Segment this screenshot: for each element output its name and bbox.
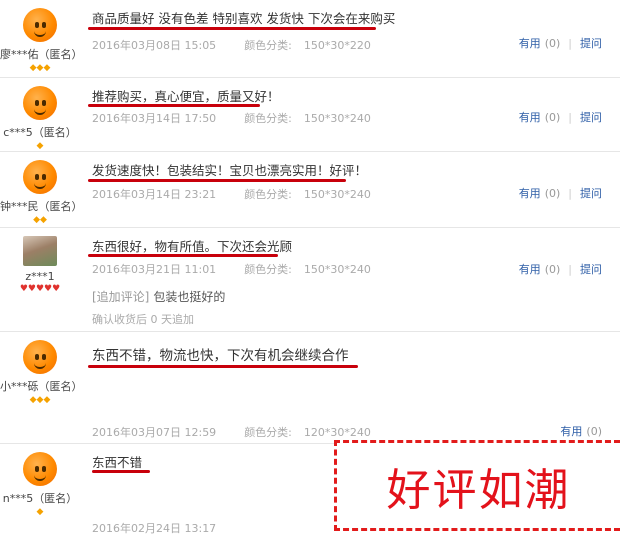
reviewer: 钟***民（匿名） ◆◆ [0, 160, 83, 225]
ask-button[interactable]: 提问 [580, 111, 602, 124]
review-date: 2016年02月24日 13:17 [92, 522, 217, 535]
reviewer-name[interactable]: z***1 [0, 270, 80, 283]
append-comment: [追加评论] 包装也挺好的 [92, 288, 225, 305]
review-text: 东西很好，物有所值。下次还会光顾 [92, 239, 293, 254]
reviewer-name[interactable]: n***5（匿名） [0, 490, 80, 506]
useful-count: (0) [586, 425, 602, 438]
rank-diamond-icon: ◆ [36, 141, 44, 151]
separator: | [568, 263, 572, 276]
highlight-underline [88, 365, 358, 368]
avatar[interactable] [23, 340, 57, 374]
reviewer-name[interactable]: 小***砾（匿名） [0, 378, 83, 394]
avatar[interactable] [23, 236, 57, 266]
review-date: 2016年03月14日 23:21 [92, 188, 217, 201]
review-text: 商品质量好 没有色差 特别喜欢 发货快 下次会在来购买 [92, 11, 396, 26]
review-item: 廖***佑（匿名） ◆◆◆ 商品质量好 没有色差 特别喜欢 发货快 下次会在来购… [0, 0, 620, 78]
review-text: 东西不错，物流也快，下次有机会继续合作 [92, 348, 349, 364]
review-text: 发货速度快！包装结实！宝贝也漂亮实用！好评！ [92, 163, 368, 178]
color-label: 颜色分类: [244, 188, 292, 201]
review-date: 2016年03月14日 17:50 [92, 112, 217, 125]
review-text: 推荐购买，真心便宜，质量又好！ [92, 89, 280, 104]
review-date: 2016年03月21日 11:01 [92, 263, 217, 276]
highlight-underline [88, 179, 346, 182]
review-meta: 2016年03月14日 23:21 颜色分类: 150*30*240 [92, 186, 371, 202]
review-item: 小***砾（匿名） ◆◆◆ 东西不错，物流也快，下次有机会继续合作 2016年0… [0, 332, 620, 444]
color-value: 150*30*240 [303, 188, 371, 201]
separator: | [568, 37, 572, 50]
append-meta: 确认收货后 0 天追加 [92, 313, 194, 326]
ask-button[interactable]: 提问 [580, 263, 602, 276]
reviewer-name[interactable]: 廖***佑（匿名） [0, 46, 83, 62]
highlight-underline [88, 254, 278, 257]
separator: | [568, 187, 572, 200]
avatar[interactable] [23, 452, 57, 486]
append-text: 包装也挺好的 [153, 290, 226, 304]
highlight-underline [92, 470, 150, 473]
useful-count: (0) [544, 187, 561, 200]
useful-button[interactable]: 有用 [519, 111, 541, 124]
review-meta: 2016年03月08日 15:05 颜色分类: 150*30*220 [92, 37, 371, 53]
review-date: 2016年03月08日 15:05 [92, 39, 217, 52]
reviewer: n***5（匿名） ◆ [0, 452, 80, 517]
avatar[interactable] [23, 86, 57, 120]
color-value: 120*30*240 [303, 426, 371, 439]
praise-stamp: 好评如潮 [334, 440, 620, 531]
useful-count: (0) [544, 263, 561, 276]
reviewer-name[interactable]: c***5（匿名） [0, 124, 80, 140]
review-meta: 2016年03月07日 12:59 颜色分类: 120*30*240 [92, 424, 371, 440]
rank-heart-icon: ♥♥♥♥♥ [19, 284, 61, 294]
rank-diamond-icon: ◆ [36, 507, 44, 517]
color-label: 颜色分类: [244, 263, 292, 276]
highlight-underline [88, 27, 376, 30]
stamp-text: 好评如潮 [386, 464, 571, 516]
review-meta: 2016年03月21日 11:01 颜色分类: 150*30*240 [92, 261, 371, 277]
review-actions: 有用 (0) [560, 423, 602, 439]
rank-diamond-icon: ◆◆ [33, 215, 47, 225]
review-text: 东西不错 [92, 455, 143, 470]
color-value: 150*30*240 [303, 112, 371, 125]
useful-button[interactable]: 有用 [560, 425, 582, 438]
color-value: 150*30*220 [303, 39, 371, 52]
useful-button[interactable]: 有用 [519, 263, 541, 276]
review-item: z***1 ♥♥♥♥♥ 东西很好，物有所值。下次还会光顾 2016年03月21日… [0, 228, 620, 332]
review-date: 2016年03月07日 12:59 [92, 426, 217, 439]
avatar[interactable] [23, 8, 57, 42]
reviewer-name[interactable]: 钟***民（匿名） [0, 198, 83, 214]
review-actions: 有用 (0) | 提问 [519, 35, 602, 51]
reviewer: z***1 ♥♥♥♥♥ [0, 236, 80, 294]
review-actions: 有用 (0) | 提问 [519, 185, 602, 201]
ask-button[interactable]: 提问 [580, 187, 602, 200]
reviewer: 小***砾（匿名） ◆◆◆ [0, 340, 83, 405]
color-label: 颜色分类: [244, 39, 292, 52]
review-item: c***5（匿名） ◆ 推荐购买，真心便宜，质量又好！ 2016年03月14日 … [0, 78, 620, 152]
color-value: 150*30*240 [303, 263, 371, 276]
useful-button[interactable]: 有用 [519, 187, 541, 200]
reviewer: 廖***佑（匿名） ◆◆◆ [0, 8, 83, 73]
useful-count: (0) [544, 37, 561, 50]
review-actions: 有用 (0) | 提问 [519, 261, 602, 277]
append-tag: [追加评论] [92, 290, 150, 304]
highlight-underline [88, 104, 260, 107]
reviewer: c***5（匿名） ◆ [0, 86, 80, 151]
useful-count: (0) [544, 111, 561, 124]
review-meta: 2016年02月24日 13:17 [92, 520, 216, 536]
separator: | [568, 111, 572, 124]
rank-diamond-icon: ◆◆◆ [29, 395, 51, 405]
useful-button[interactable]: 有用 [519, 37, 541, 50]
rank-diamond-icon: ◆◆◆ [29, 63, 51, 73]
ask-button[interactable]: 提问 [580, 37, 602, 50]
color-label: 颜色分类: [244, 112, 292, 125]
color-label: 颜色分类: [244, 426, 292, 439]
review-actions: 有用 (0) | 提问 [519, 109, 602, 125]
review-meta: 2016年03月14日 17:50 颜色分类: 150*30*240 [92, 110, 371, 126]
review-item: 钟***民（匿名） ◆◆ 发货速度快！包装结实！宝贝也漂亮实用！好评！ 2016… [0, 152, 620, 228]
avatar[interactable] [23, 160, 57, 194]
